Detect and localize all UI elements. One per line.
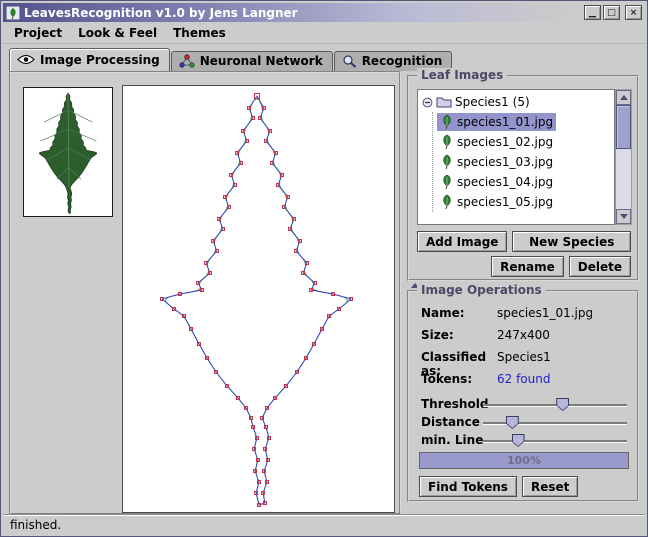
leaf-images-title: Leaf Images [417,68,507,82]
field-name-value: species1_01.jpg [497,306,593,322]
tab-neuronal-network[interactable]: Neuronal Network [171,51,333,71]
min-line-slider-track[interactable] [483,440,627,442]
threshold-slider-track[interactable] [483,404,627,406]
network-icon [179,54,195,68]
tree-scrollbar[interactable] [615,89,632,225]
threshold-slider[interactable]: Threshold [421,396,627,412]
distance-slider-thumb[interactable] [506,416,519,429]
scrollbar-thumb[interactable] [616,105,631,149]
app-window: LeavesRecognition v1.0 by Jens Langner ▁… [0,0,648,537]
tree-item-species1-01[interactable]: species1_01.jpg [433,112,614,132]
minimize-button[interactable]: ▁ [584,5,601,20]
title-bar: LeavesRecognition v1.0 by Jens Langner ▁… [3,3,645,22]
tree-item-species1-04[interactable]: species1_04.jpg [433,172,614,192]
tree-children: species1_01.jpg species1_02.jpg species1… [432,112,614,212]
status-bar: finished. [3,514,645,534]
leaf-images-tree: Species1 (5) species1_01.jpg species1_02… [417,89,615,225]
scroll-up-button[interactable] [616,90,631,105]
min-line-label: min. Line [421,433,483,447]
thumbnail-svg [24,88,112,216]
expander-icon[interactable] [422,97,433,108]
field-size: Size: 247x400 [421,328,550,344]
add-image-button[interactable]: Add Image [417,231,507,252]
field-tokens-value: 62 found [497,372,550,388]
tree-root-species1[interactable]: Species1 (5) [418,92,614,112]
rename-button[interactable]: Rename [491,256,564,277]
menu-project[interactable]: Project [7,24,69,42]
scroll-down-icon [620,214,628,219]
tree-root-label[interactable]: Species1 (5) [455,95,530,109]
reset-button[interactable]: Reset [522,476,578,497]
threshold-label: Threshold [421,397,488,411]
leaf-icon [440,134,454,150]
recognition-icon [342,54,357,68]
field-name: Name: species1_01.jpg [421,306,593,322]
folder-icon [436,96,452,108]
tree-item-species1-03[interactable]: species1_03.jpg [433,152,614,172]
leaf-icon [440,114,454,130]
status-text: finished. [10,518,61,532]
image-processing-panel [9,71,401,515]
field-classified-as: Classified as: Species1 [421,350,551,366]
close-button[interactable]: × [625,5,642,20]
new-species-button[interactable]: New Species [512,231,631,252]
field-size-value: 247x400 [497,328,550,344]
window-title: LeavesRecognition v1.0 by Jens Langner [24,6,298,20]
min-line-slider-thumb[interactable] [512,434,525,447]
tab-image-processing[interactable]: Image Processing [9,48,170,71]
scroll-down-button[interactable] [616,209,631,224]
leaf-thumbnail [23,87,113,217]
app-icon [6,6,20,20]
delete-button[interactable]: Delete [569,256,631,277]
tab-label: Neuronal Network [200,54,323,68]
maximize-button[interactable]: □ [603,5,620,20]
eye-icon [17,54,35,65]
image-operations-group: Image Operations Name: species1_01.jpg S… [407,290,639,502]
tab-label: Image Processing [40,53,160,67]
distance-slider-track[interactable] [483,422,627,424]
tree-item-species1-02[interactable]: species1_02.jpg [433,132,614,152]
field-classified-value: Species1 [497,350,551,366]
distance-label: Distance [421,415,480,429]
distance-slider[interactable]: Distance [421,414,627,430]
leaf-canvas-svg [123,86,394,512]
menu-bar: Project Look & Feel Themes [3,23,645,44]
progress-bar: 100% [419,452,629,469]
threshold-slider-thumb[interactable] [556,398,569,411]
leaf-icon [440,194,454,210]
menu-look-and-feel[interactable]: Look & Feel [71,24,164,42]
tree-item-species1-05[interactable]: species1_05.jpg [433,192,614,212]
tab-bar: Image Processing Neuronal Network Recogn… [3,46,645,71]
token-canvas[interactable] [122,85,395,513]
leaf-icon [440,174,454,190]
min-line-slider[interactable]: min. Line [421,432,627,448]
menu-themes[interactable]: Themes [166,24,233,42]
find-tokens-button[interactable]: Find Tokens [419,476,517,497]
scroll-up-icon [620,95,628,100]
tab-label: Recognition [362,54,443,68]
leaf-images-group: Leaf Images Species1 (5) species1_01.jpg… [407,75,639,281]
progress-text: 100% [420,453,628,468]
field-tokens: Tokens: 62 found [421,372,550,388]
image-operations-title: Image Operations [417,283,546,297]
leaf-icon [440,154,454,170]
